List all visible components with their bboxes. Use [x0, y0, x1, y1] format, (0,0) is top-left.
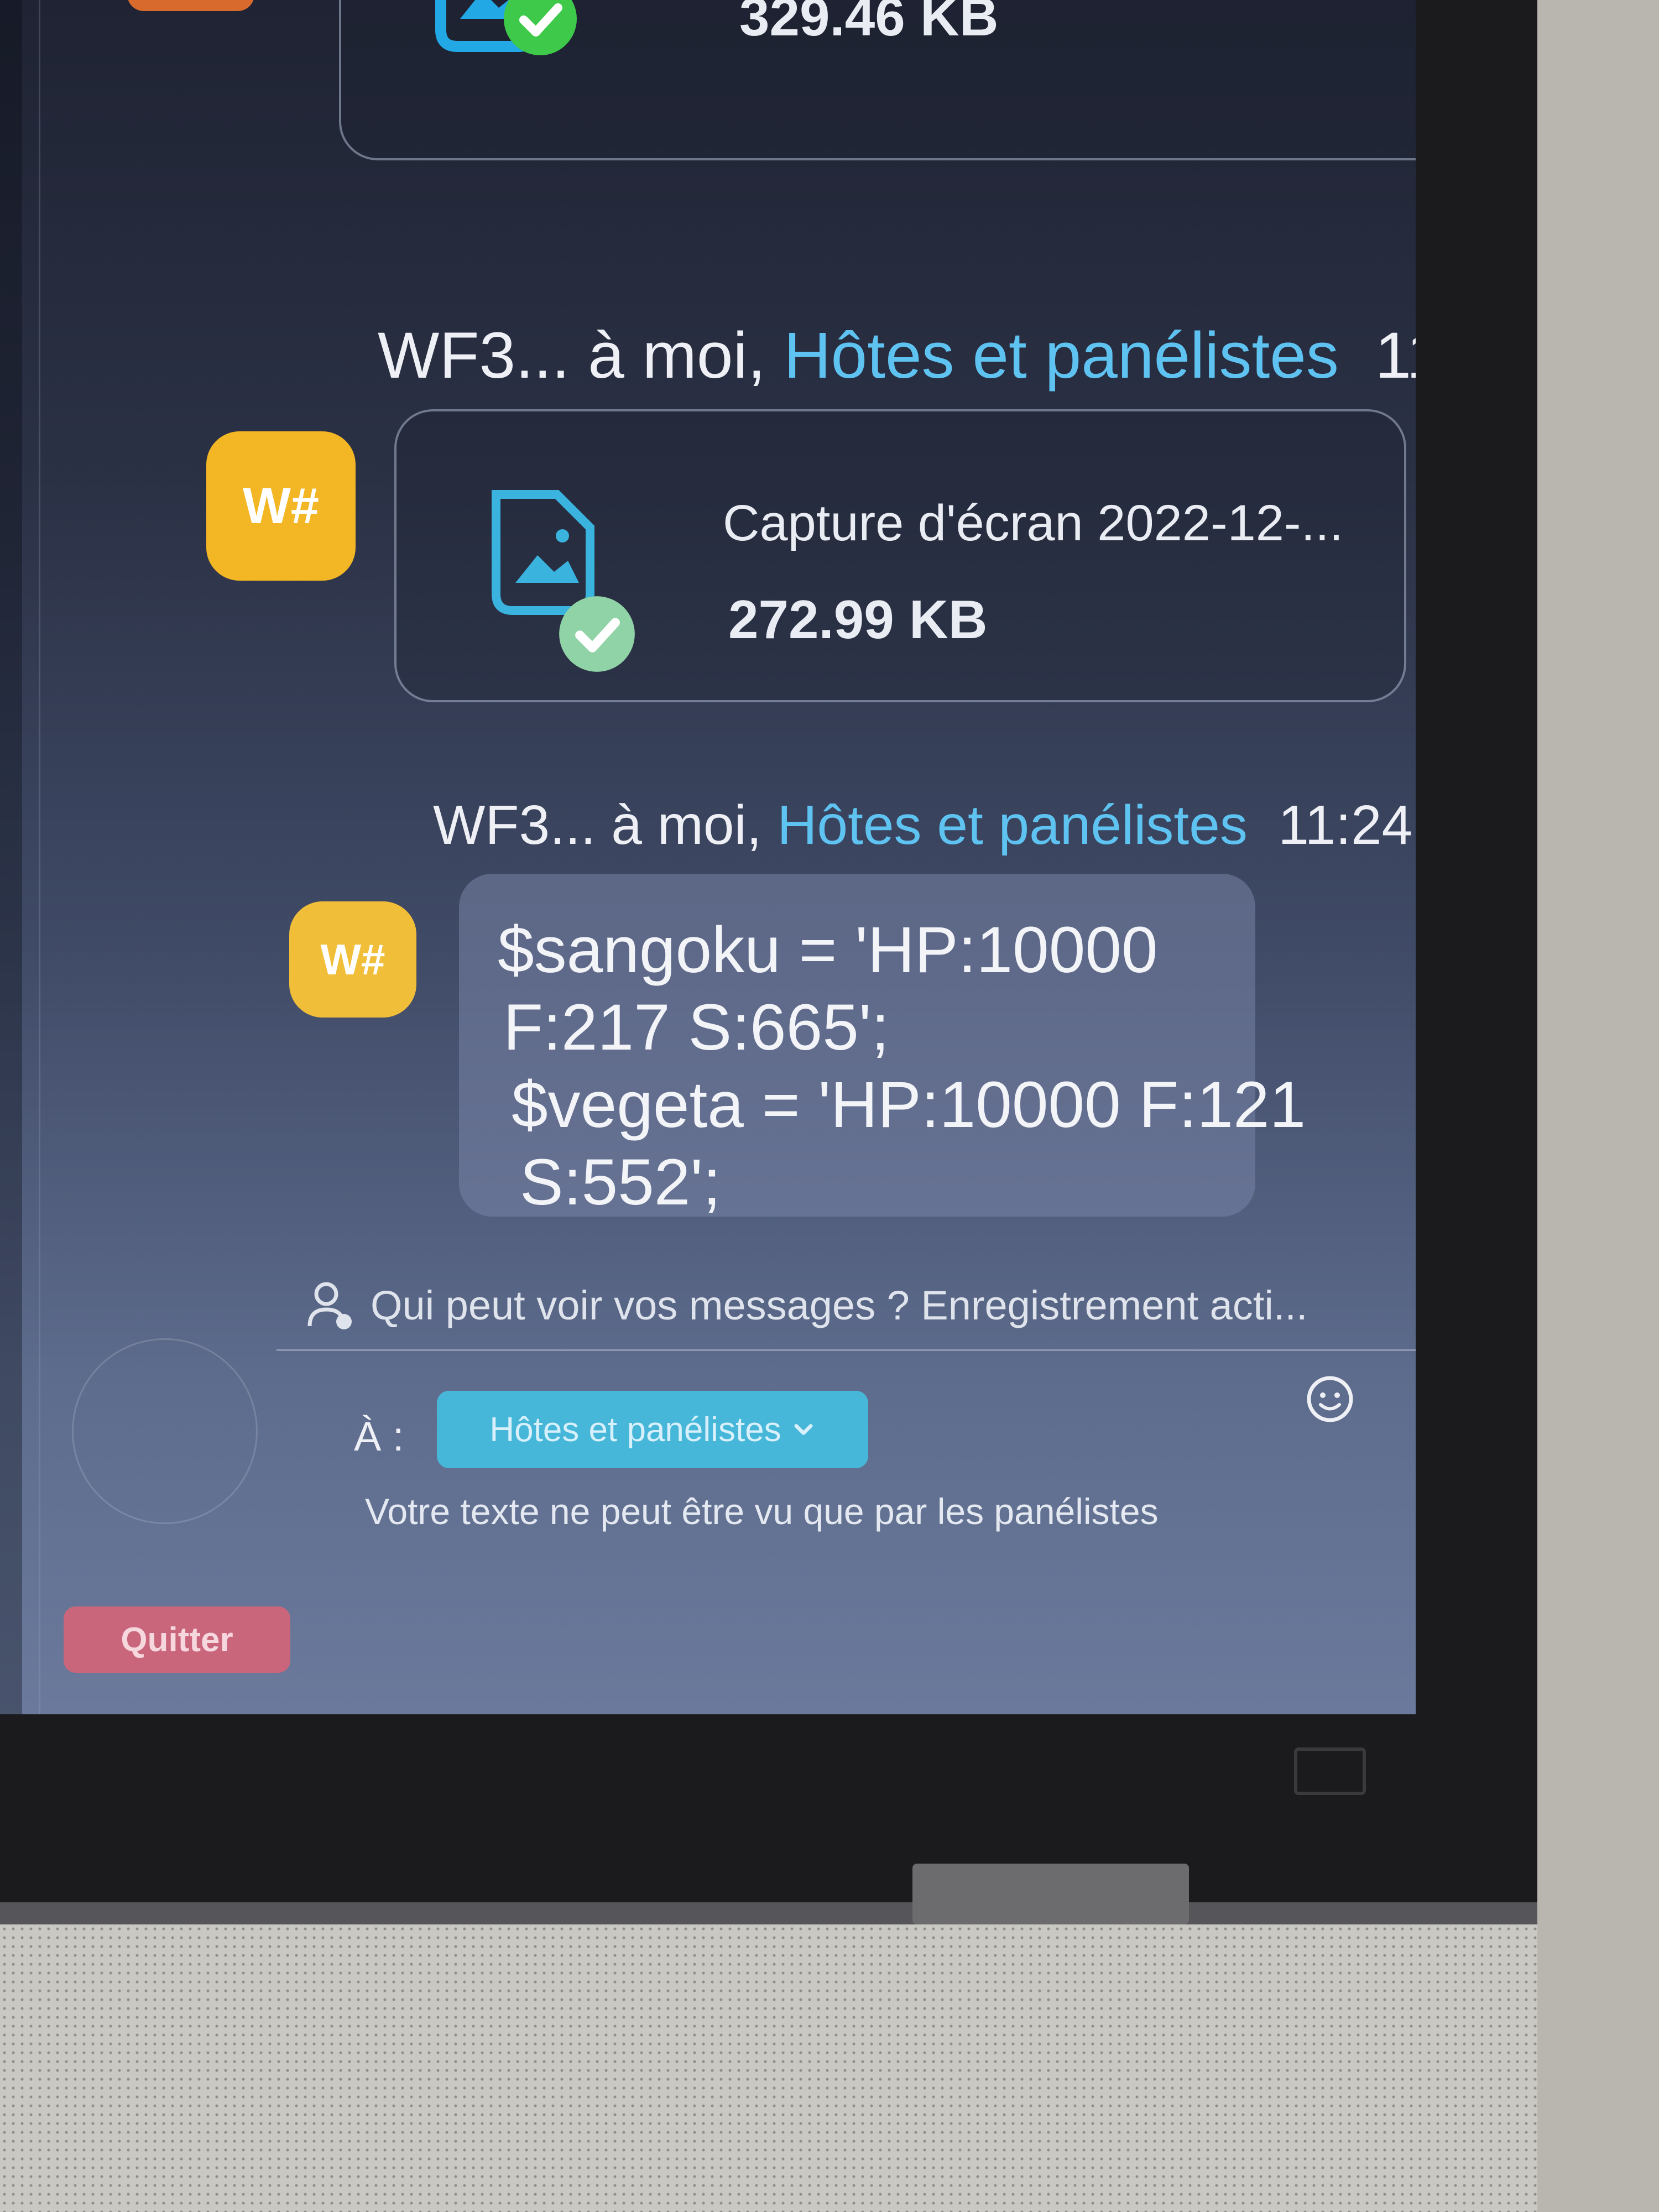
recipient-dropdown[interactable]: Hôtes et panélistes [437, 1391, 868, 1468]
quit-button[interactable]: Quitter [64, 1606, 290, 1673]
webcam-cover [1294, 1747, 1366, 1795]
file-attachment-card[interactable]: 329.46 KB [339, 0, 1416, 160]
avatar: W# [206, 431, 356, 581]
left-rail [0, 0, 22, 1714]
message-sender: WF3... à moi, [433, 794, 778, 856]
avatar: W# [289, 901, 416, 1018]
message-line: $vegeta = 'HP:10000 F:121 [512, 1068, 1306, 1141]
laptop-keyboard-deck [0, 1924, 1537, 2212]
chat-composer: À : Hôtes et panélistes Votre texte ne p… [276, 1352, 1416, 1662]
file-attachment-card[interactable]: Capture d'écran 2022-12-... 272.99 KB [394, 409, 1406, 702]
check-badge-icon [504, 0, 577, 55]
emoji-icon[interactable] [1305, 1374, 1355, 1424]
file-size: 329.46 KB [739, 0, 999, 47]
composer-hint: Votre texte ne peut être vu que par les … [365, 1491, 1159, 1532]
chat-screen: 329.46 KB WF3... à moi, Hôtes et panélis… [0, 0, 1416, 1714]
file-name: Capture d'écran 2022-12-... [723, 495, 1344, 551]
file-size: 272.99 KB [728, 589, 988, 650]
divider [276, 1349, 1416, 1351]
message-header: WF3... à moi, Hôtes et panélistes 11:24 … [378, 318, 1416, 393]
message-line: S:552'; [520, 1146, 721, 1219]
message-sender: WF3... à moi, [378, 319, 784, 392]
message-audience-link[interactable]: Hôtes et panélistes [784, 319, 1339, 392]
privacy-notice[interactable]: Qui peut voir vos messages ? Enregistrem… [304, 1272, 1410, 1338]
message-bubble: $sangoku = 'HP:10000 F:217 S:665'; $vege… [459, 874, 1306, 1219]
recipient-label: À : [354, 1413, 404, 1459]
check-badge-icon [559, 596, 635, 672]
people-icon [307, 1282, 352, 1329]
message-time: 11:24 AM [1278, 794, 1416, 856]
message-time: 11:24 AM [1375, 319, 1416, 392]
recipient-value: Hôtes et panélistes [489, 1410, 781, 1449]
message-line: F:217 S:665'; [503, 991, 890, 1064]
message-header: WF3... à moi, Hôtes et panélistes 11:24 … [433, 794, 1416, 857]
message-line: $sangoku = 'HP:10000 [498, 914, 1158, 987]
chevron-down-icon [794, 1424, 813, 1435]
laptop-hinge [912, 1864, 1189, 1924]
message-audience-link[interactable]: Hôtes et panélistes [777, 794, 1248, 856]
privacy-notice-text: Qui peut voir vos messages ? Enregistrem… [371, 1282, 1308, 1328]
